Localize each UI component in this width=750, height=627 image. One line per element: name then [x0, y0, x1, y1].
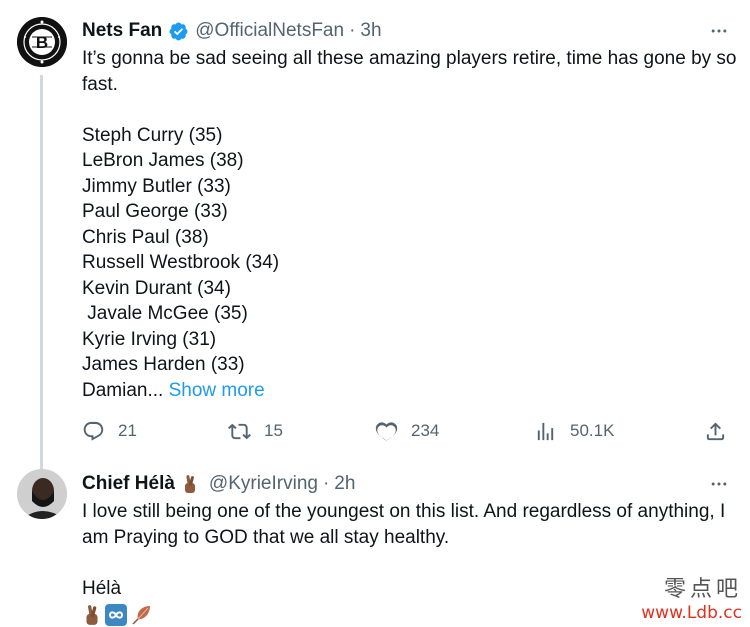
tweet-text: I love still being one of the youngest o…: [82, 499, 737, 627]
author-name[interactable]: Nets Fan: [82, 20, 162, 42]
more-options-button[interactable]: [706, 471, 732, 497]
like-count: 234: [411, 421, 440, 440]
reply-count: 21: [118, 421, 137, 440]
repost-count: 15: [264, 421, 283, 440]
repost-button[interactable]: 15: [228, 416, 283, 446]
player-line: Paul George (33): [82, 201, 228, 222]
more-dots-icon: [711, 482, 727, 486]
tweet-header: Chief Hélà @KyrieIrving · 2h: [82, 470, 355, 498]
player-line: Steph Curry (35): [82, 124, 223, 146]
watermark-url: www.Ldb.cc: [641, 603, 742, 623]
views-chart-icon: [537, 422, 554, 440]
tweet-header: Nets Fan @OfficialNetsFan · 3h: [82, 17, 382, 45]
tweet-text-line: [82, 97, 737, 123]
player-line: Javale McGee (35): [82, 303, 248, 324]
share-button[interactable]: [704, 416, 727, 446]
tweet-chief-hela[interactable]: Chief Hélà @KyrieIrving · 2h I love stil…: [0, 458, 750, 627]
separator-dot: ·: [322, 473, 330, 494]
tweet-text-line: It’s gonna be sad seeing all these amazi…: [82, 48, 737, 95]
profile-photo-icon: [17, 469, 67, 519]
infinity-emoji-icon: [105, 604, 127, 626]
player-line: Jimmy Butler (33): [82, 175, 231, 197]
watermark: 零点吧 www.Ldb.cc: [641, 571, 742, 623]
views-count: 50.1K: [570, 421, 615, 440]
fingers-crossed-emoji-icon: [86, 605, 98, 625]
brooklyn-nets-avatar[interactable]: B: [17, 17, 67, 67]
more-dots-icon: [711, 29, 727, 33]
views-button[interactable]: 50.1K: [534, 416, 614, 446]
more-options-button[interactable]: [706, 18, 732, 44]
show-more-link[interactable]: Show more: [169, 380, 265, 401]
fingers-crossed-emoji-icon: [181, 474, 199, 494]
like-button[interactable]: 234: [375, 416, 439, 446]
thread-connector-line: [40, 75, 43, 473]
tweet-body: I love still being one of the youngest o…: [82, 501, 726, 548]
timestamp[interactable]: 3h: [360, 20, 381, 42]
repost-icon: [228, 423, 251, 439]
player-line: Kyrie Irving (31): [82, 328, 217, 350]
player-line: Kevin Durant (34): [82, 277, 231, 299]
timestamp[interactable]: 2h: [334, 473, 355, 495]
svg-text:B: B: [36, 33, 48, 52]
verified-badge-icon[interactable]: [168, 21, 189, 42]
tweet-actions: 21 15 234 50.1K: [82, 416, 732, 446]
tweet-text: It’s gonna be sad seeing all these amazi…: [82, 46, 737, 403]
emoji-row: [82, 601, 737, 627]
author-handle[interactable]: @OfficialNetsFan: [195, 20, 344, 42]
share-icon: [706, 421, 725, 440]
profile-avatar[interactable]: [17, 469, 67, 519]
truncated-line: Damian... Show more: [82, 378, 737, 404]
player-line: James Harden (33): [82, 354, 245, 375]
author-handle[interactable]: @KyrieIrving: [209, 473, 318, 495]
truncated-text: Damian...: [82, 379, 164, 401]
player-line: Russell Westbrook (34): [82, 252, 280, 273]
player-line: Chris Paul (38): [82, 226, 209, 248]
heart-icon: [375, 421, 398, 441]
player-line: LeBron James (38): [82, 150, 244, 171]
separator-dot: ·: [349, 20, 356, 41]
signature: Hélà: [82, 577, 122, 599]
watermark-chinese: 零点吧: [663, 577, 742, 602]
reply-button[interactable]: 21: [82, 416, 137, 446]
tweet-nets-fan[interactable]: B Nets Fan @OfficialNetsFan · 3h It’s go…: [0, 0, 750, 473]
author-name[interactable]: Chief Hélà: [82, 473, 175, 495]
brooklyn-nets-logo-icon: B: [17, 17, 67, 67]
feather-emoji-icon: [132, 606, 150, 625]
reply-icon: [83, 421, 104, 441]
